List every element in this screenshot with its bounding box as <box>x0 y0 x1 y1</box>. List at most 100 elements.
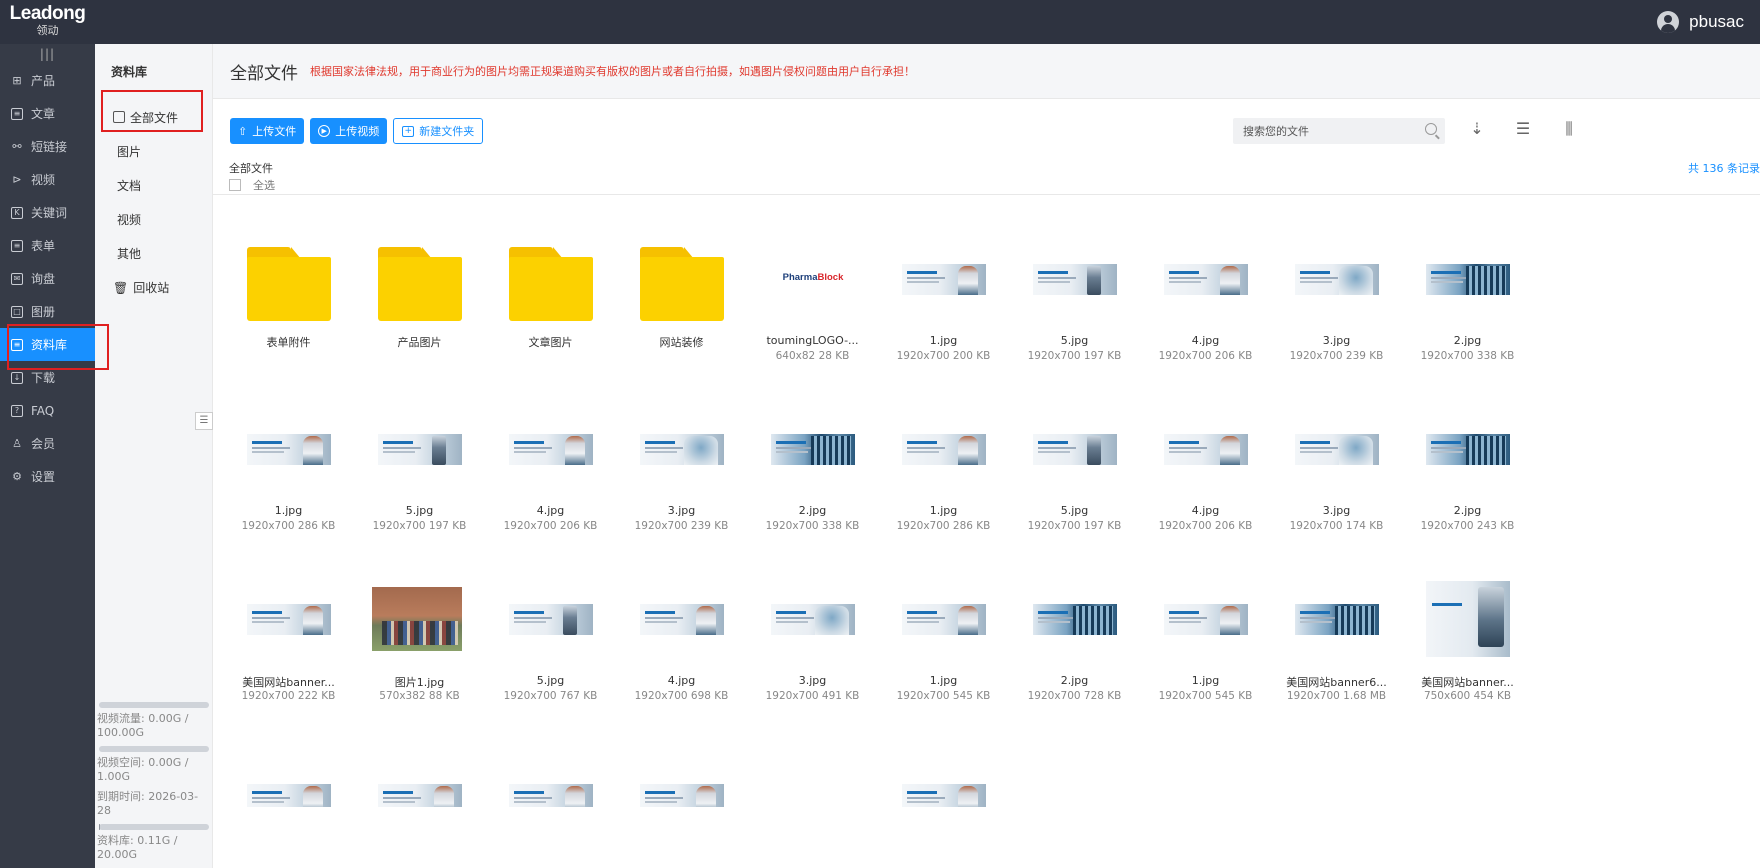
file-item[interactable] <box>878 747 1009 807</box>
list-view-icon[interactable]: ☰ <box>1512 118 1534 140</box>
file-thumbnail[interactable] <box>640 407 724 491</box>
file-thumbnail[interactable] <box>247 757 331 807</box>
file-name[interactable]: 图片1.jpg <box>354 674 485 690</box>
file-name[interactable]: 3.jpg <box>1271 334 1402 347</box>
file-name[interactable]: 2.jpg <box>1402 504 1533 517</box>
nav-collapse-icon[interactable]: ||| <box>0 44 95 64</box>
file-item[interactable]: 5.jpg 1920x700 197 KB <box>1009 237 1140 377</box>
file-thumbnail[interactable] <box>902 407 986 491</box>
file-thumbnail[interactable] <box>378 407 462 491</box>
file-name[interactable]: 美国网站banner... <box>1402 674 1533 690</box>
file-thumbnail[interactable] <box>1295 407 1379 491</box>
file-thumbnail[interactable] <box>1426 577 1510 661</box>
file-name[interactable]: 美国网站banner6... <box>1271 674 1402 690</box>
folder-item[interactable]: 表单附件 <box>223 237 354 377</box>
file-thumbnail[interactable] <box>1033 407 1117 491</box>
file-name[interactable]: 1.jpg <box>223 504 354 517</box>
file-thumbnail[interactable] <box>640 237 724 321</box>
file-name[interactable]: 表单附件 <box>223 334 354 350</box>
file-item[interactable]: 5.jpg 1920x700 767 KB <box>485 577 616 717</box>
file-thumbnail[interactable] <box>509 757 593 807</box>
sort-icon[interactable]: ⇣ <box>1466 118 1488 140</box>
breadcrumb[interactable]: 全部文件 <box>229 160 273 176</box>
file-name[interactable]: 3.jpg <box>747 674 878 687</box>
column-view-icon[interactable]: ⫼ <box>1558 118 1580 140</box>
user-avatar-icon[interactable] <box>1657 11 1680 33</box>
file-thumbnail[interactable] <box>509 237 593 321</box>
file-thumbnail[interactable] <box>640 757 724 807</box>
file-thumbnail[interactable] <box>771 577 855 661</box>
file-item[interactable]: 4.jpg 1920x700 698 KB <box>616 577 747 717</box>
file-thumbnail[interactable] <box>640 577 724 661</box>
nav-item-form[interactable]: ≡ 表单 <box>0 229 95 262</box>
leadong-logo[interactable]: Leadong 领动 <box>0 0 95 44</box>
file-item[interactable]: 图片1.jpg 570x382 88 KB <box>354 577 485 717</box>
file-name[interactable]: 2.jpg <box>747 504 878 517</box>
file-thumbnail[interactable] <box>1295 577 1379 661</box>
file-item[interactable]: 3.jpg 1920x700 491 KB <box>747 577 878 717</box>
file-name[interactable]: 网站装修 <box>616 334 747 350</box>
file-name[interactable]: 3.jpg <box>1271 504 1402 517</box>
file-item[interactable]: 1.jpg 1920x700 286 KB <box>223 407 354 547</box>
file-item[interactable]: 1.jpg 1920x700 545 KB <box>1140 577 1271 717</box>
file-item[interactable] <box>223 747 354 807</box>
file-name[interactable]: 2.jpg <box>1009 674 1140 687</box>
file-name[interactable]: 5.jpg <box>1009 334 1140 347</box>
file-name[interactable]: 2.jpg <box>1402 334 1533 347</box>
folder-item[interactable]: 文章图片 <box>485 237 616 377</box>
select-all-checkbox[interactable] <box>229 179 241 191</box>
file-item[interactable]: 1.jpg 1920x700 286 KB <box>878 407 1009 547</box>
file-thumbnail[interactable] <box>902 757 986 807</box>
file-name[interactable]: 4.jpg <box>485 504 616 517</box>
file-item[interactable] <box>616 747 747 807</box>
file-item[interactable]: 4.jpg 1920x700 206 KB <box>485 407 616 547</box>
file-item[interactable]: 1.jpg 1920x700 545 KB <box>878 577 1009 717</box>
nav-item-member[interactable]: ♙ 会员 <box>0 427 95 460</box>
file-thumbnail[interactable]: PharmaBlock <box>771 237 855 321</box>
file-name[interactable]: toumingLOGO-... <box>747 334 878 347</box>
file-name[interactable]: 3.jpg <box>616 504 747 517</box>
file-item[interactable]: 5.jpg 1920x700 197 KB <box>1009 407 1140 547</box>
folder-item[interactable]: 产品图片 <box>354 237 485 377</box>
file-name[interactable]: 1.jpg <box>878 674 1009 687</box>
file-name[interactable]: 1.jpg <box>878 504 1009 517</box>
file-name[interactable]: 1.jpg <box>1140 674 1271 687</box>
file-name[interactable]: 1.jpg <box>878 334 1009 347</box>
file-item[interactable]: 2.jpg 1920x700 243 KB <box>1402 407 1533 547</box>
file-thumbnail[interactable] <box>247 577 331 661</box>
subnav-item-recycle-bin[interactable]: 🗑 回收站 <box>95 271 212 305</box>
username[interactable]: pbusac <box>1689 12 1744 32</box>
search-input[interactable] <box>1233 118 1413 144</box>
file-item[interactable]: 2.jpg 1920x700 338 KB <box>1402 237 1533 377</box>
nav-item-settings[interactable]: ⚙ 设置 <box>0 460 95 493</box>
file-item[interactable]: 美国网站banner... 1920x700 222 KB <box>223 577 354 717</box>
file-thumbnail[interactable] <box>1033 577 1117 661</box>
file-item[interactable]: 1.jpg 1920x700 200 KB <box>878 237 1009 377</box>
file-item[interactable]: 5.jpg 1920x700 197 KB <box>354 407 485 547</box>
file-thumbnail[interactable] <box>247 407 331 491</box>
new-folder-button[interactable]: + 新建文件夹 <box>393 118 484 144</box>
file-thumbnail[interactable] <box>1295 237 1379 321</box>
subnav-item-other[interactable]: 其他 <box>95 237 212 271</box>
file-item[interactable] <box>485 747 616 807</box>
file-item[interactable]: 2.jpg 1920x700 728 KB <box>1009 577 1140 717</box>
file-item[interactable]: 美国网站banner... 750x600 454 KB <box>1402 577 1533 717</box>
file-name[interactable]: 4.jpg <box>1140 504 1271 517</box>
file-thumbnail[interactable] <box>771 747 855 831</box>
file-thumbnail[interactable] <box>1164 577 1248 661</box>
subnav-item-videos[interactable]: 视频 <box>95 203 212 237</box>
file-item[interactable]: 3.jpg 1920x700 239 KB <box>616 407 747 547</box>
file-thumbnail[interactable] <box>1164 407 1248 491</box>
file-item[interactable]: 4.jpg 1920x700 206 KB <box>1140 407 1271 547</box>
file-item[interactable]: 3.jpg 1920x700 174 KB <box>1271 407 1402 547</box>
file-thumbnail[interactable] <box>902 577 986 661</box>
file-name[interactable]: 5.jpg <box>1009 504 1140 517</box>
file-name[interactable]: 5.jpg <box>485 674 616 687</box>
file-thumbnail[interactable] <box>1033 237 1117 321</box>
file-thumbnail[interactable] <box>902 237 986 321</box>
upload-video-button[interactable]: ▶ 上传视频 <box>310 118 388 144</box>
file-thumbnail[interactable] <box>247 237 331 321</box>
file-thumbnail[interactable] <box>1426 407 1510 491</box>
file-name[interactable]: 5.jpg <box>354 504 485 517</box>
file-name[interactable]: 4.jpg <box>616 674 747 687</box>
